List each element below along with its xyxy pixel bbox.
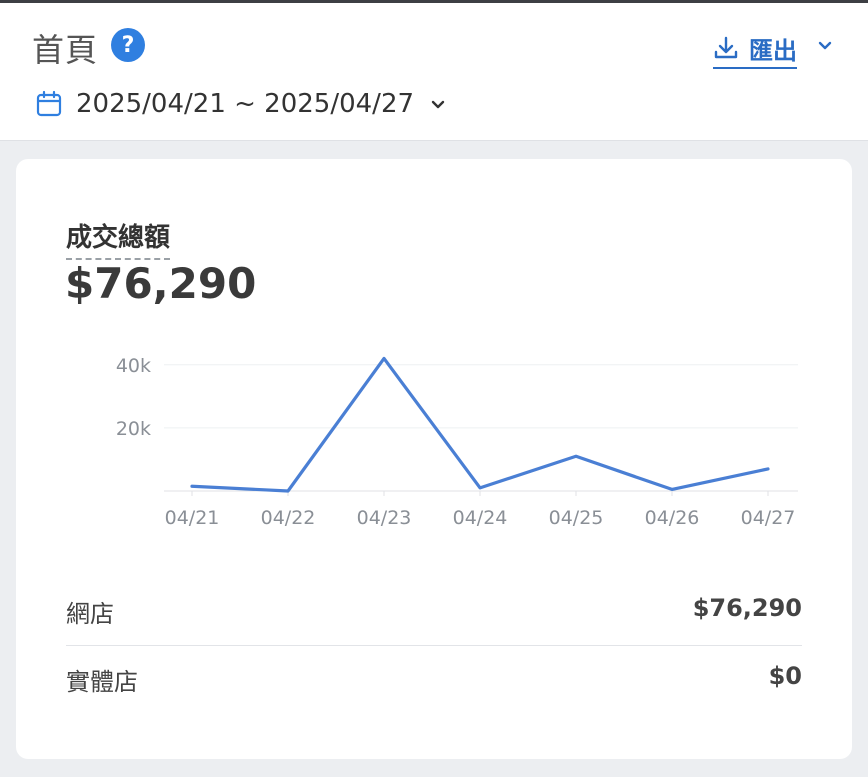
question-circle-icon[interactable]: ? [111, 28, 145, 62]
sales-summary-card: 成交總額 $76,290 20k 40k 04/21 04/22 04/23 04/24 0… [16, 159, 852, 759]
breakdown-value-retail: $0 [768, 662, 802, 690]
breakdown-value-online: $76,290 [692, 594, 802, 622]
sales-line-chart: 20k 40k 04/21 04/22 04/23 04/24 04/25 04/26 04/2… [116, 355, 798, 529]
download-icon [714, 36, 738, 59]
page-title: 首頁 [32, 31, 99, 69]
export-button[interactable]: 匯出 [713, 29, 797, 69]
row-divider [66, 645, 802, 646]
series-line [190, 356, 770, 493]
page-header: 首頁 ? 匯出 2025/04/21 ~ 2025/04/27 [0, 3, 868, 141]
date-range-picker[interactable]: 2025/04/21 ~ 2025/04/27 [36, 87, 446, 121]
x-tick-label: 04/21 [165, 507, 220, 529]
y-tick-label: 40k [116, 355, 151, 377]
breakdown-label-retail: 實體店 [66, 668, 138, 696]
calendar-icon [36, 90, 62, 117]
x-tick-label: 04/24 [453, 507, 508, 529]
chevron-down-icon[interactable] [816, 36, 834, 54]
x-tick-label: 04/23 [357, 507, 412, 529]
y-tick-label: 20k [116, 418, 151, 440]
export-underline [713, 67, 797, 69]
export-label: 匯出 [749, 36, 797, 65]
x-tick-label: 04/22 [261, 507, 316, 529]
date-range-text: 2025/04/21 ~ 2025/04/27 [76, 89, 415, 119]
chevron-down-icon [431, 100, 445, 109]
breakdown-label-online: 網店 [66, 600, 114, 628]
x-tick-label: 04/25 [549, 507, 604, 529]
x-tick-label: 04/26 [645, 507, 700, 529]
x-tick-label: 04/27 [741, 507, 796, 529]
